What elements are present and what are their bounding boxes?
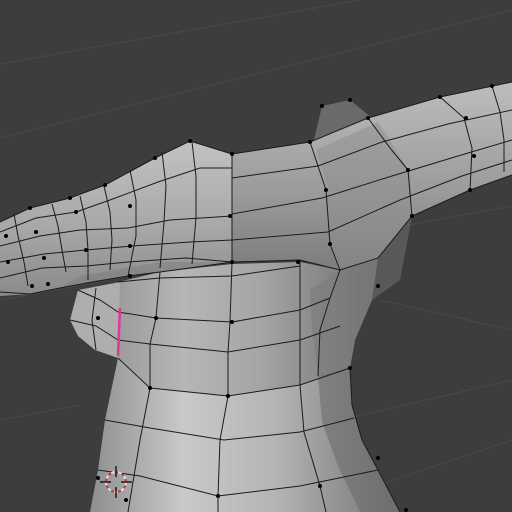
3d-viewport[interactable] [0, 0, 512, 512]
